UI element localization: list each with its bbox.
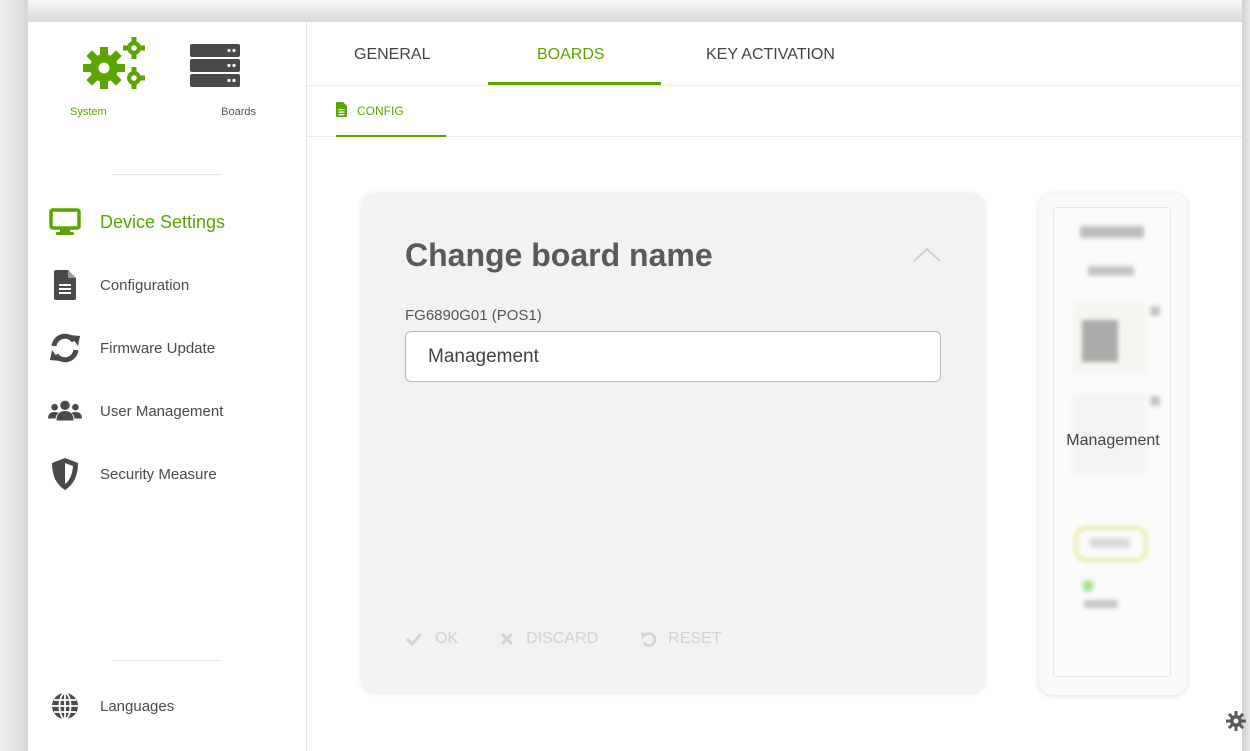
collapse-chevron-up-icon[interactable] [912, 247, 942, 267]
monitor-icon [48, 205, 82, 239]
card-actions: OK DISCARD RESET [405, 625, 763, 653]
languages-button[interactable]: Languages [48, 686, 298, 726]
sidebar: System Boards Device Settings Configurat… [28, 22, 307, 751]
sidebar-item-label: Configuration [100, 276, 190, 294]
window-frame-right [1242, 0, 1250, 751]
sidebar-item-security-measure[interactable]: Security Measure [48, 454, 298, 494]
sidebar-item-label: User Management [100, 402, 224, 420]
sidebar-item-configuration[interactable]: Configuration [48, 265, 298, 305]
active-tab-indicator [488, 82, 661, 85]
app-window: System Boards Device Settings Configurat… [28, 22, 1246, 751]
board-name-label: Management [1066, 432, 1160, 449]
settings-gear-icon[interactable] [1225, 710, 1247, 732]
sidebar-divider-top [112, 174, 222, 175]
sidebar-item-label: Firmware Update [100, 339, 216, 357]
tab-boards[interactable]: BOARDS [537, 22, 605, 86]
discard-button[interactable]: DISCARD [500, 630, 598, 648]
discard-label: DISCARD [526, 630, 599, 647]
system-nav-button[interactable]: System [70, 32, 160, 142]
main-content: GENERAL BOARDS KEY ACTIVATION CONFIG Cha… [307, 22, 1246, 751]
tab-key-activation[interactable]: KEY ACTIVATION [706, 22, 835, 86]
reset-label: RESET [668, 630, 722, 647]
window-frame-top [0, 0, 1250, 22]
tab-general[interactable]: GENERAL [354, 22, 430, 86]
tab-bar: GENERAL BOARDS KEY ACTIVATION [307, 22, 1242, 86]
boards-nav-button[interactable]: Boards [170, 32, 260, 142]
system-label: System [70, 106, 107, 118]
check-icon [405, 632, 423, 646]
gears-icon [83, 37, 145, 89]
close-icon [500, 632, 514, 646]
sidebar-item-device-settings[interactable]: Device Settings [48, 202, 298, 242]
sidebar-item-user-management[interactable]: User Management [48, 391, 298, 431]
subtab-config-label: CONFIG [357, 103, 404, 118]
card-title: Change board name [405, 237, 713, 273]
languages-label: Languages [100, 697, 175, 715]
globe-icon [48, 689, 82, 723]
sidebar-item-label: Device Settings [100, 211, 226, 232]
subtab-config[interactable]: CONFIG [336, 86, 446, 137]
server-rack-icon [190, 44, 240, 87]
sidebar-item-firmware-update[interactable]: Firmware Update [48, 328, 298, 368]
board-field-label: FG6890G01 (POS1) [405, 307, 542, 324]
ok-label: OK [435, 630, 459, 647]
sidebar-item-label: Security Measure [100, 465, 217, 483]
window-frame-left [0, 0, 28, 751]
reset-button[interactable]: RESET [640, 630, 721, 648]
subtab-bar: CONFIG [307, 86, 1242, 137]
board-name-input[interactable] [405, 331, 941, 382]
ok-button[interactable]: OK [405, 630, 458, 648]
undo-icon [640, 631, 657, 647]
document-icon [48, 268, 82, 302]
boards-label: Boards [221, 106, 256, 118]
board-preview-card[interactable]: Management [1039, 193, 1187, 695]
document-icon [336, 101, 347, 120]
users-icon [48, 394, 82, 428]
shield-icon [48, 457, 82, 491]
refresh-icon [48, 331, 82, 365]
sidebar-divider-bottom [112, 660, 222, 661]
change-board-name-card: Change board name FG6890G01 (POS1) OK [362, 193, 984, 692]
